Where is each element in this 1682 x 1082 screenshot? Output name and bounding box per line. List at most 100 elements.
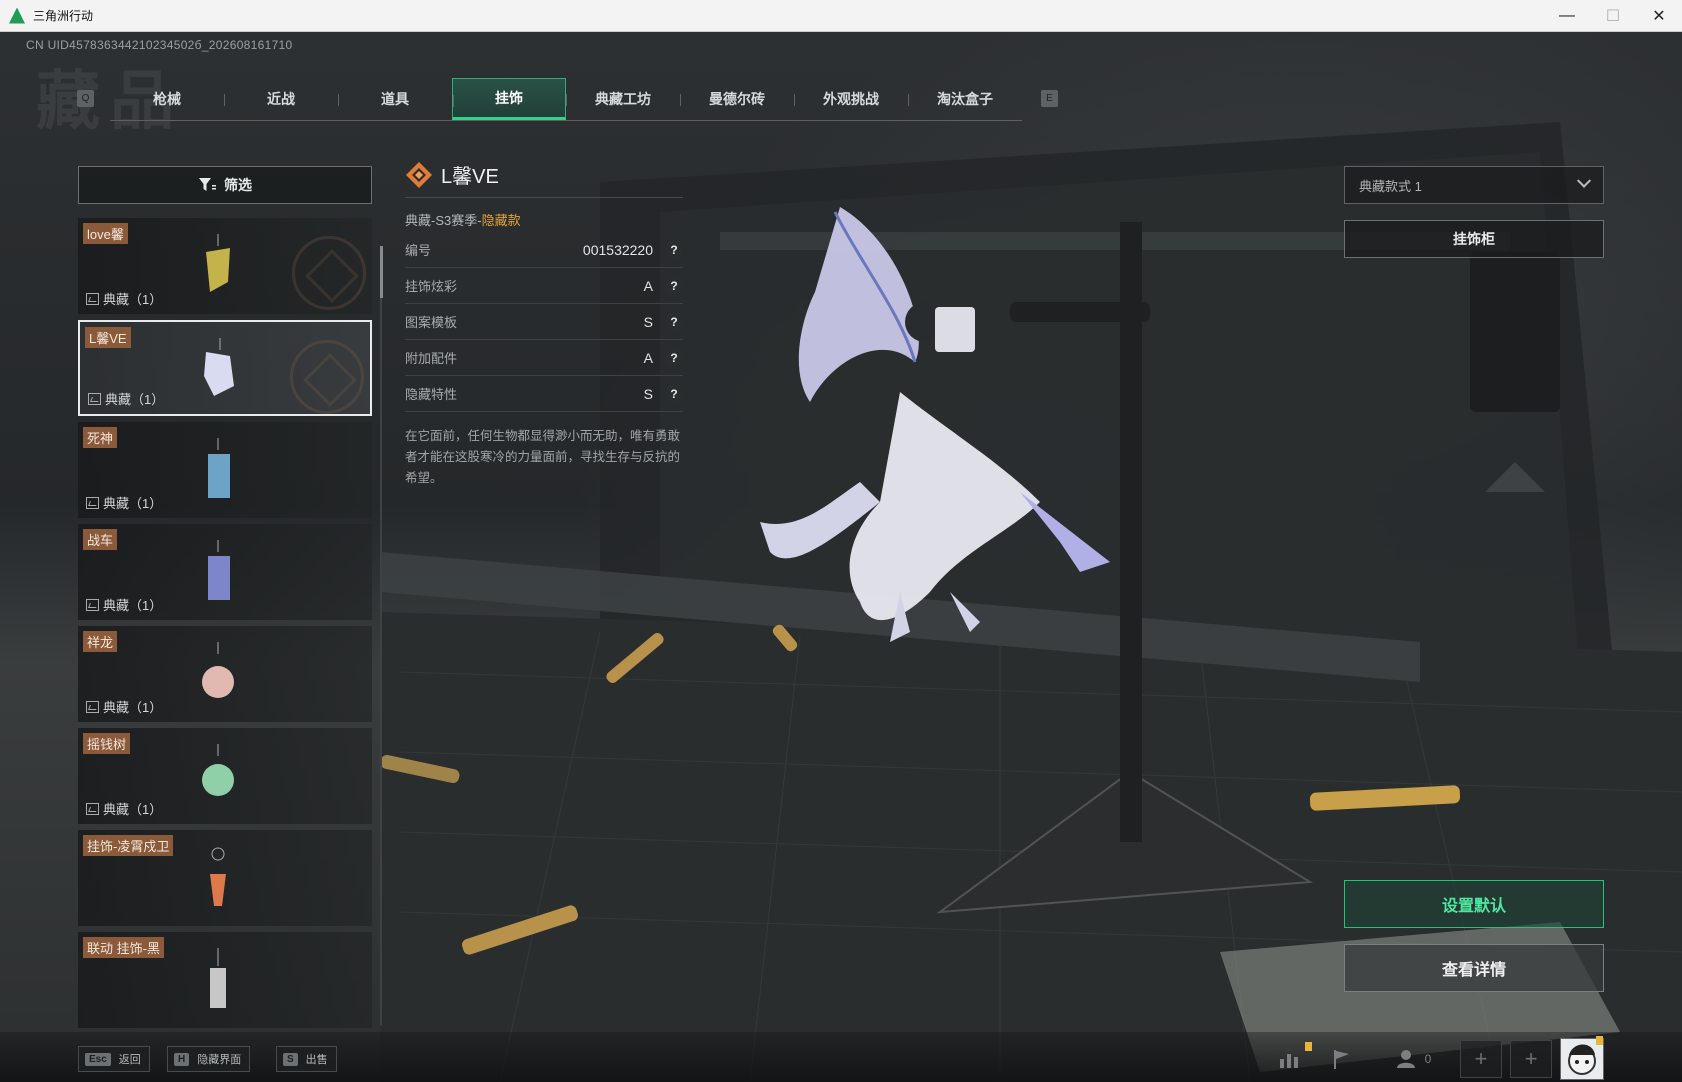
maximize-button[interactable]: ☐ bbox=[1590, 0, 1636, 32]
hint-key: S bbox=[283, 1052, 298, 1066]
help-icon[interactable]: ? bbox=[665, 312, 683, 331]
image-icon bbox=[86, 292, 99, 305]
item-thumbnail bbox=[202, 744, 234, 796]
filter-button[interactable]: 筛选 bbox=[78, 166, 372, 204]
friends-icon[interactable]: 0 bbox=[1388, 1044, 1440, 1074]
prop-value: S bbox=[643, 385, 653, 402]
tab-next-key[interactable]: E bbox=[1041, 90, 1058, 107]
tab-collection-workshop[interactable]: 典藏工坊 bbox=[566, 78, 680, 120]
prop-row-hidden-trait: 隐藏特性 S ? bbox=[405, 376, 683, 412]
close-button[interactable]: ✕ bbox=[1636, 0, 1682, 32]
hint-key: Esc bbox=[85, 1052, 111, 1066]
item-thumbnail bbox=[210, 948, 226, 1008]
help-icon[interactable]: ? bbox=[665, 240, 683, 259]
tab-appearance-challenge[interactable]: 外观挑战 bbox=[794, 78, 908, 120]
filter-label: 筛选 bbox=[224, 177, 252, 193]
prop-label: 编号 bbox=[405, 243, 432, 258]
list-scrollbar-thumb[interactable] bbox=[380, 246, 383, 298]
prop-row-color: 挂饰炫彩 A ? bbox=[405, 268, 683, 304]
image-icon bbox=[86, 598, 99, 611]
list-item[interactable]: love馨 典藏（1） bbox=[78, 218, 372, 314]
image-icon bbox=[86, 700, 99, 713]
hint-key: H bbox=[174, 1052, 190, 1066]
list-item[interactable]: 摇钱树 典藏（1） bbox=[78, 728, 372, 824]
filter-icon bbox=[199, 178, 216, 191]
pendant-subtitle: 典藏-S3赛季-隐藏款 bbox=[405, 210, 683, 232]
tab-melee[interactable]: 近战 bbox=[224, 78, 338, 120]
item-count-label: 典藏（1） bbox=[105, 392, 165, 407]
hidden-variant-tag: 隐藏款 bbox=[481, 213, 521, 228]
image-icon bbox=[88, 392, 101, 405]
add-slot-button[interactable]: + bbox=[1460, 1040, 1502, 1078]
tab-prev-key[interactable]: Q bbox=[77, 90, 94, 107]
list-item[interactable]: 战车 典藏（1） bbox=[78, 524, 372, 620]
detail-header: L馨VE bbox=[405, 152, 683, 198]
window-title: 三角洲行动 bbox=[33, 9, 94, 23]
window-titlebar: 三角洲行动 — ☐ ✕ bbox=[0, 0, 1682, 32]
pendant-description: 在它面前，任何生物都显得渺小而无助，唯有勇敢者才能在这股寒冷的力量面前，寻找生存… bbox=[405, 429, 681, 485]
chevron-down-icon bbox=[1576, 173, 1592, 188]
list-scrollbar-track[interactable] bbox=[380, 246, 382, 1026]
pendant-name: L馨VE bbox=[441, 166, 499, 188]
list-item[interactable]: 死神 典藏（1） bbox=[78, 422, 372, 518]
help-icon[interactable]: ? bbox=[665, 276, 683, 295]
subtitle-prefix: 典藏-S3赛季- bbox=[405, 213, 482, 228]
category-tabs: 枪械 近战 道具 挂饰 典藏工坊 曼德尔砖 外观挑战 淘汰盒子 bbox=[110, 77, 1022, 121]
prop-value: S bbox=[643, 313, 653, 330]
item-count: 典藏（1） bbox=[86, 493, 162, 512]
view-details-button[interactable]: 查看详情 bbox=[1344, 944, 1604, 992]
tab-mandel-bricks[interactable]: 曼德尔砖 bbox=[680, 78, 794, 120]
rarity-diamond-icon bbox=[406, 161, 432, 188]
item-count: 典藏（1） bbox=[86, 697, 162, 716]
friends-count: 0 bbox=[1424, 1052, 1432, 1066]
minimize-button[interactable]: — bbox=[1544, 0, 1590, 32]
style-select[interactable]: 典藏款式 1 bbox=[1344, 166, 1604, 204]
prop-row-accessory: 附加配件 A ? bbox=[405, 340, 683, 376]
list-item[interactable]: 联动 挂饰-黑 bbox=[78, 932, 372, 1028]
pendant-cabinet-button[interactable]: 挂饰柜 bbox=[1344, 220, 1604, 258]
item-thumbnail bbox=[206, 234, 230, 292]
image-icon bbox=[86, 496, 99, 509]
item-name: 摇钱树 bbox=[83, 733, 131, 754]
collection-seal-icon bbox=[290, 340, 364, 414]
flag-icon[interactable] bbox=[1322, 1044, 1362, 1074]
prop-label: 附加配件 bbox=[405, 351, 458, 366]
item-name: L馨VE bbox=[85, 327, 131, 348]
help-icon[interactable]: ? bbox=[665, 384, 683, 403]
item-count-label: 典藏（1） bbox=[103, 496, 163, 511]
tab-gadgets[interactable]: 道具 bbox=[338, 78, 452, 120]
list-item[interactable]: 祥龙 典藏（1） bbox=[78, 626, 372, 722]
back-hint[interactable]: Esc 返回 bbox=[78, 1046, 150, 1072]
help-icon[interactable]: ? bbox=[665, 348, 683, 367]
item-count-label: 典藏（1） bbox=[103, 598, 163, 613]
hide-ui-hint[interactable]: H 隐藏界面 bbox=[167, 1046, 251, 1072]
item-count-label: 典藏（1） bbox=[103, 802, 163, 817]
prop-label: 图案模板 bbox=[405, 315, 458, 330]
item-name: 挂饰-凌霄戍卫 bbox=[83, 835, 174, 856]
item-count-label: 典藏（1） bbox=[103, 292, 163, 307]
item-count: 典藏（1） bbox=[86, 595, 162, 614]
set-default-button[interactable]: 设置默认 bbox=[1344, 880, 1604, 928]
item-count: 典藏（1） bbox=[86, 289, 162, 308]
prop-label: 挂饰炫彩 bbox=[405, 279, 458, 294]
collection-seal-icon bbox=[292, 236, 366, 310]
prop-value: A bbox=[643, 349, 653, 366]
item-thumbnail bbox=[204, 338, 234, 396]
tab-elimination-box[interactable]: 淘汰盒子 bbox=[908, 78, 1022, 120]
pendant-list: love馨 典藏（1） L馨VE 典藏（1） 死神 典藏（1） 战车 典藏（1）… bbox=[78, 218, 372, 1030]
stats-icon[interactable] bbox=[1270, 1044, 1310, 1074]
sell-hint[interactable]: S 出售 bbox=[276, 1046, 337, 1072]
item-thumbnail bbox=[208, 540, 230, 600]
tab-firearms[interactable]: 枪械 bbox=[110, 78, 224, 120]
item-count-label: 典藏（1） bbox=[103, 700, 163, 715]
tab-pendants[interactable]: 挂饰 bbox=[452, 77, 566, 120]
notification-badge bbox=[1305, 1042, 1312, 1051]
item-name: 死神 bbox=[83, 427, 118, 448]
add-slot-button[interactable]: + bbox=[1510, 1040, 1552, 1078]
list-item[interactable]: 挂饰-凌霄戍卫 bbox=[78, 830, 372, 926]
list-item-selected[interactable]: L馨VE 典藏（1） bbox=[78, 320, 372, 416]
item-thumbnail bbox=[210, 847, 226, 906]
prop-value: 001532220 bbox=[582, 241, 653, 258]
window-controls: — ☐ ✕ bbox=[1544, 0, 1682, 32]
item-thumbnail bbox=[202, 642, 234, 698]
